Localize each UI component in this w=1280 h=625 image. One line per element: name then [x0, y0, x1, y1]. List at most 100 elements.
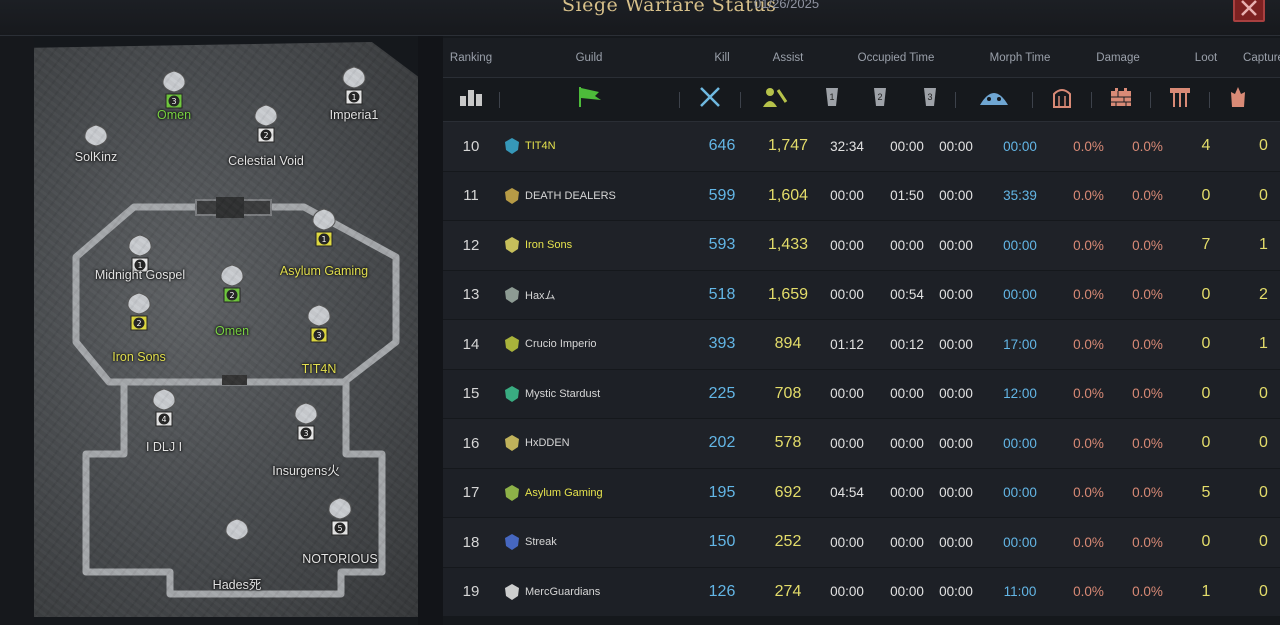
header-morph-time[interactable]: Morph Time [981, 52, 1059, 64]
rank-cell: 19 [462, 583, 480, 601]
header-damage[interactable]: Damage [1059, 52, 1177, 64]
table-row[interactable]: 15 Mystic Stardust 225 708 00:00 00:00 00:00 12… [443, 369, 1280, 418]
table-row[interactable]: 16 HxDDEN 202 578 00:00 00:00 00:00 00:00 0.0% 0.… [443, 419, 1280, 468]
svg-text:3: 3 [303, 429, 308, 438]
guild-cell[interactable]: Asylum Gaming [499, 484, 679, 502]
header-loot[interactable]: Loot [1177, 52, 1235, 64]
loot-cell: 0 [1201, 434, 1211, 452]
guild-cell[interactable]: Streak [499, 533, 679, 551]
svg-text:2: 2 [229, 291, 234, 300]
guild-map-marker[interactable]: 4 [149, 388, 179, 435]
svg-text:1: 1 [321, 235, 326, 244]
kill-cell: 593 [708, 236, 736, 254]
kill-cell: 126 [708, 582, 736, 600]
occupied-time-2-cell: 00:00 [890, 237, 924, 253]
guild-cell[interactable]: Iron Sons [499, 236, 679, 254]
loot-icon [1151, 86, 1209, 113]
left-gutter [0, 36, 34, 625]
svg-text:1: 1 [351, 93, 356, 102]
capture-cell: 2 [1259, 285, 1268, 303]
siege-map: 3 Omen 1 Imperia1 SolKinz 2 Celestial Void 1 Mid… [34, 42, 418, 617]
occupied-time-2-cell: 01:50 [890, 188, 924, 204]
guild-map-marker[interactable]: 2 [217, 264, 247, 311]
guild-emblem-icon [505, 435, 519, 452]
svg-text:3: 3 [316, 331, 321, 340]
guild-cell[interactable]: Crucio Imperio [499, 335, 679, 353]
damage-gate-cell: 0.0% [1073, 435, 1104, 451]
guild-name: DEATH DEALERS [525, 189, 616, 202]
guild-map-marker[interactable]: 1 [339, 66, 369, 113]
damage-wall-cell: 0.0% [1132, 287, 1163, 303]
occupied-time-3-cell: 00:00 [939, 336, 973, 352]
morph-time-cell: 00:00 [1003, 287, 1037, 303]
occupied-time-3-cell: 00:00 [939, 386, 973, 402]
damage-gate-cell: 0.0% [1073, 287, 1104, 303]
damage-gate-cell: 0.0% [1073, 386, 1104, 402]
occupied-time-1-cell: 00:00 [830, 188, 864, 204]
guild-map-marker[interactable]: 1 [309, 208, 339, 255]
guild-name: Streak [525, 536, 557, 549]
guild-map-marker[interactable]: 3 [159, 70, 189, 117]
guild-map-marker[interactable]: 3 [304, 304, 334, 351]
close-button[interactable] [1233, 0, 1265, 22]
header-capture[interactable]: Capture [1235, 52, 1280, 64]
table-row[interactable]: 13 Haxム 518 1,659 00:00 00:54 00:00 00:00 0.0% 0.… [443, 270, 1280, 319]
map-guild-label: Hades死 [212, 578, 262, 592]
table-row[interactable]: 10 TIT4N 646 1,747 32:34 00:00 00:00 00:00 0.0% 0… [443, 122, 1280, 171]
guild-name: HxDDEN [525, 437, 570, 450]
assist-cell: 708 [774, 384, 802, 402]
guild-emblem-icon [505, 187, 519, 204]
damage-gate-cell: 0.0% [1073, 584, 1104, 600]
table-row[interactable]: 12 Iron Sons 593 1,433 00:00 00:00 00:00 00:00 0… [443, 221, 1280, 270]
damage-gate-cell: 0.0% [1073, 485, 1104, 501]
header-kill[interactable]: Kill [679, 52, 765, 64]
header-guild[interactable]: Guild [499, 52, 679, 64]
damage-wall-cell: 0.0% [1132, 336, 1163, 352]
guild-name: Mystic Stardust [525, 387, 601, 400]
svg-text:3: 3 [927, 92, 932, 102]
rank-cell: 14 [462, 335, 480, 353]
damage-wall-cell: 0.0% [1132, 435, 1163, 451]
svg-text:3: 3 [171, 97, 176, 106]
guild-cell[interactable]: TIT4N [499, 137, 679, 155]
castle-outline [72, 197, 400, 598]
damage-gate-cell: 0.0% [1073, 336, 1104, 352]
header-occupied-time[interactable]: Occupied Time [811, 52, 981, 64]
guild-name: Asylum Gaming [525, 486, 603, 499]
guild-map-marker[interactable] [222, 518, 252, 565]
header-assist[interactable]: Assist [765, 52, 811, 64]
guild-cell[interactable]: MercGuardians [499, 583, 679, 601]
table-row[interactable]: 14 Crucio Imperio 393 894 01:12 00:12 00:00 17:… [443, 320, 1280, 369]
table-row[interactable]: 17 Asylum Gaming 195 692 04:54 00:00 00:00 00:0… [443, 468, 1280, 517]
guild-name: TIT4N [525, 140, 556, 153]
guild-map-marker[interactable]: 2 [124, 292, 154, 339]
header-ranking[interactable]: Ranking [443, 52, 499, 64]
guild-map-marker[interactable]: 1 [125, 234, 155, 281]
assist-cell: 274 [774, 582, 802, 600]
guild-cell[interactable]: DEATH DEALERS [499, 187, 679, 205]
guild-map-marker[interactable]: 5 [325, 497, 355, 544]
table-row[interactable]: 18 Streak 150 252 00:00 00:00 00:00 00:00 0.0% 0.… [443, 518, 1280, 567]
assist-cell: 692 [774, 483, 802, 501]
guild-cell[interactable]: Haxム [499, 286, 679, 304]
assist-cell: 1,433 [767, 236, 809, 254]
kill-cell: 202 [708, 434, 736, 452]
damage-wall-cell: 0.0% [1132, 188, 1163, 204]
damage-gate-cell: 0.0% [1073, 534, 1104, 550]
guild-map-marker[interactable]: 2 [251, 104, 281, 151]
table-row[interactable]: 19 MercGuardians 126 274 00:00 00:00 00:00 11:0… [443, 567, 1280, 616]
occupied-time-1-cell: 00:00 [830, 584, 864, 600]
guild-cell[interactable]: Mystic Stardust [499, 385, 679, 403]
table-row[interactable]: 11 DEATH DEALERS 599 1,604 00:00 01:50 00:00 35… [443, 171, 1280, 220]
guild-cell[interactable]: HxDDEN [499, 434, 679, 452]
rank-cell: 16 [462, 434, 480, 452]
tower-1-icon: 1 [809, 86, 855, 113]
map-guild-label: Celestial Void [228, 154, 304, 168]
gate-icon [1033, 86, 1091, 113]
guild-map-marker[interactable] [81, 124, 111, 171]
loot-cell: 0 [1201, 335, 1211, 353]
assist-cell: 894 [774, 335, 802, 353]
guild-map-marker[interactable]: 3 [291, 402, 321, 449]
map-guild-label: Omen [214, 324, 250, 338]
svg-text:1: 1 [829, 92, 834, 102]
